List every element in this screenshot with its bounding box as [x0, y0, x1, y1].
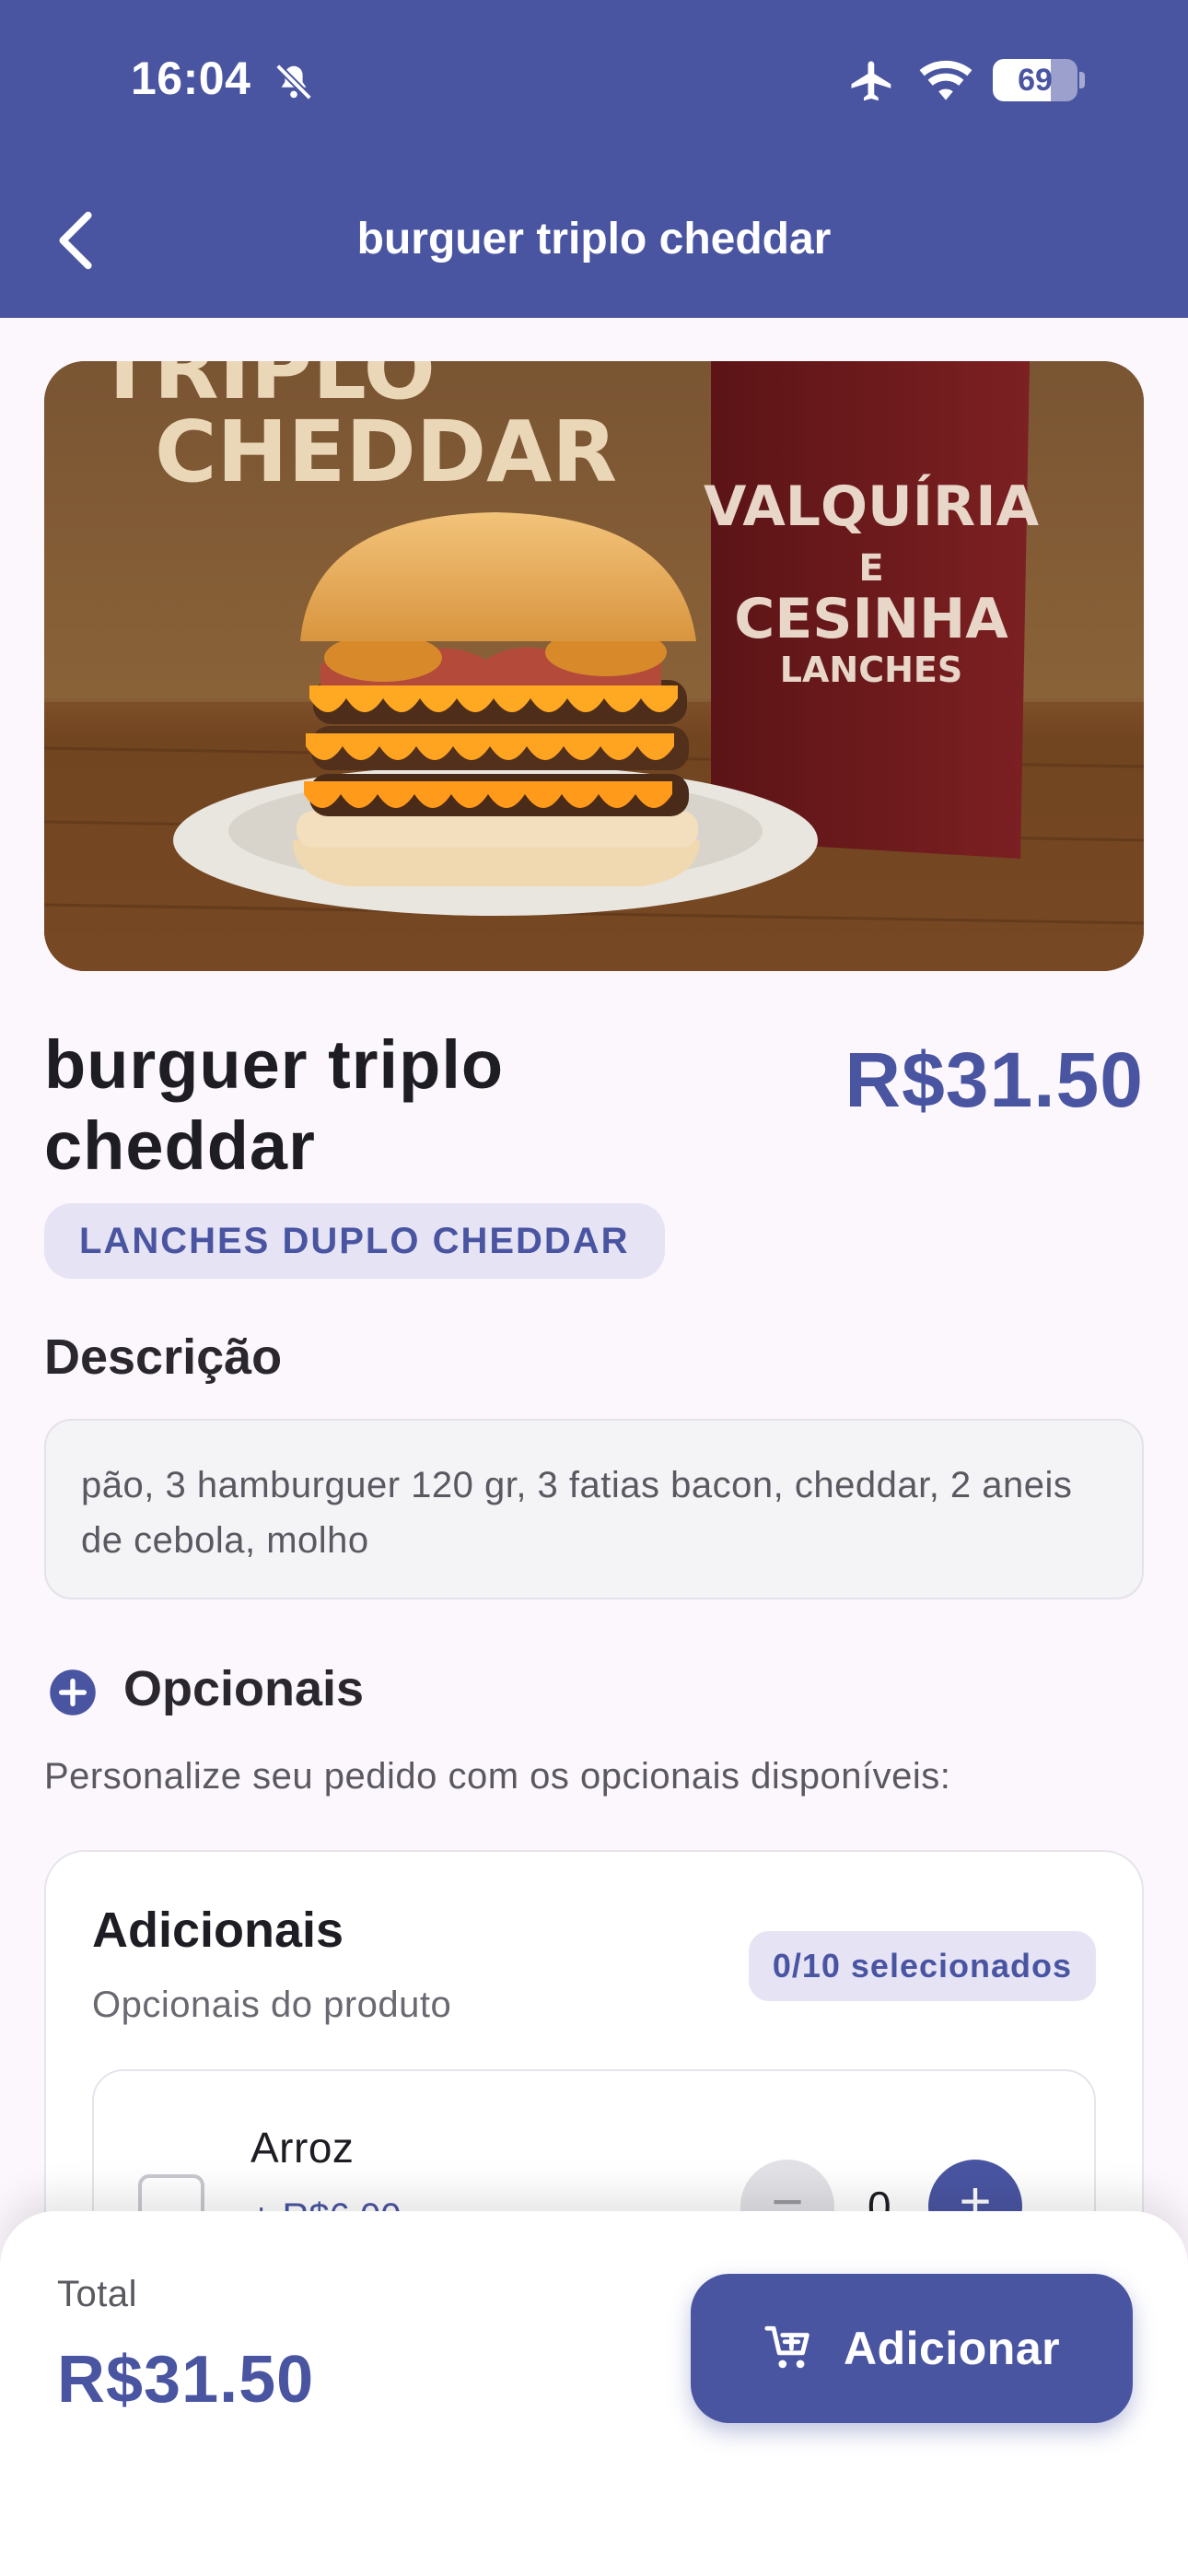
category-chip: LANCHES DUPLO CHEDDAR: [44, 1203, 665, 1279]
product-image: VALQUÍRIA E CESINHA LANCHES TRIPLO CHEDD…: [44, 361, 1144, 971]
plus-circle-icon: [50, 1669, 96, 1715]
bell-off-icon: [275, 64, 312, 100]
add-to-cart-button[interactable]: Adicionar: [691, 2274, 1133, 2423]
status-time: 16:04: [131, 53, 251, 104]
optionals-title: Opcionais: [123, 1661, 365, 1716]
sign-line-1: VALQUÍRIA: [704, 473, 1040, 539]
sign-line-4: LANCHES: [780, 650, 962, 690]
item-name: Arroz: [250, 2124, 355, 2172]
sign-line-2: E: [858, 547, 883, 590]
airplane-icon: [851, 61, 891, 101]
battery-level: 69: [1018, 63, 1053, 98]
group-subtitle: Opcionais do produto: [92, 1985, 452, 2025]
cart-add-icon: [764, 2325, 809, 2369]
page-title: burguer triplo cheddar: [356, 215, 832, 263]
product-name: burguer triplo cheddar: [44, 1026, 505, 1184]
battery-icon: 69: [993, 59, 1077, 101]
wifi-icon: [919, 60, 973, 100]
optionals-subtitle: Personalize seu pedido com os opcionais …: [44, 1756, 951, 1797]
total-value: R$31.50: [57, 2343, 315, 2417]
app-header: 16:04 69 burguer triplo cheddar: [0, 0, 1188, 318]
description-text: pão, 3 hamburguer 120 gr, 3 fatias bacon…: [44, 1419, 1144, 1599]
product-photo: VALQUÍRIA E CESINHA LANCHES TRIPLO CHEDD…: [44, 361, 1144, 971]
product-price: R$31.50: [844, 1036, 1144, 1123]
total-label: Total: [57, 2274, 137, 2314]
description-label: Descrição: [44, 1329, 283, 1385]
group-title: Adicionais: [92, 1903, 344, 1958]
headline-line-2: CHEDDAR: [155, 403, 617, 501]
selection-count-badge: 0/10 selecionados: [748, 1931, 1096, 2001]
add-button-label: Adicionar: [844, 2323, 1061, 2374]
sign-line-3: CESINHA: [734, 587, 1008, 651]
